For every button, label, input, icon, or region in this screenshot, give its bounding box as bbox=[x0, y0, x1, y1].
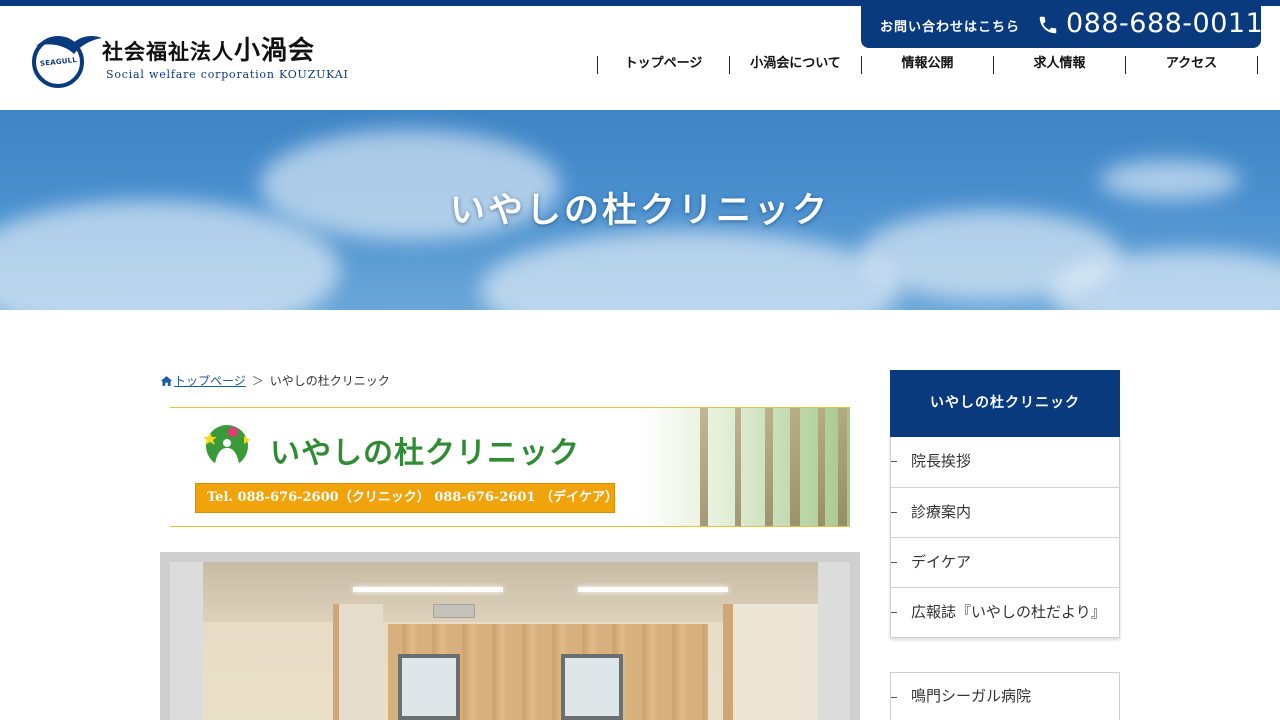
sidebar-item-label: 鳴門シーガル病院 bbox=[911, 687, 1032, 705]
banner-tree bbox=[790, 408, 800, 526]
sidebar-item-label: デイケア bbox=[911, 553, 972, 571]
hero-cloud bbox=[480, 230, 900, 310]
sidebar-item-daycare[interactable]: デイケア bbox=[891, 537, 1119, 587]
sidebar-heading[interactable]: いやしの杜クリニック bbox=[890, 370, 1120, 437]
banner-tel: Tel. 088-676-2600（クリニック） 088-676-2601 （デ… bbox=[195, 483, 618, 513]
sidebar-dash bbox=[891, 562, 897, 563]
banner-tree bbox=[700, 408, 708, 526]
breadcrumb: トップページ ＞ いやしの杜クリニック bbox=[160, 372, 390, 389]
logo-subtitle: Social welfare corporation KOUZUKAI bbox=[106, 68, 349, 81]
clinic-banner: いやしの杜クリニック Tel. 088-676-2600（クリニック） 088-… bbox=[170, 407, 850, 527]
phone-icon bbox=[1039, 16, 1057, 34]
photo-window bbox=[561, 654, 623, 720]
sidebar-item-greeting[interactable]: 院長挨拶 bbox=[891, 437, 1119, 487]
clinic-photo-frame bbox=[160, 552, 860, 720]
photo-door bbox=[723, 604, 818, 720]
sidebar-dash bbox=[891, 697, 897, 698]
banner-forest-image bbox=[640, 408, 850, 526]
tree-logo-icon bbox=[203, 425, 250, 470]
logo-prefix: 社会福祉法人 bbox=[102, 39, 234, 64]
banner-clinic-name: いやしの杜クリニック bbox=[270, 436, 580, 471]
nav-about[interactable]: 小渦会について bbox=[729, 56, 861, 74]
photo-ceiling-light bbox=[578, 587, 728, 592]
breadcrumb-separator: ＞ bbox=[251, 374, 264, 388]
clinic-photo-backdrop bbox=[170, 562, 850, 720]
main-nav: トップページ 小渦会について 情報公開 求人情報 アクセス bbox=[597, 56, 1258, 74]
site-header: SEAGULL 社会福祉法人小渦会 Social welfare corpora… bbox=[0, 6, 1280, 110]
logo-title: 社会福祉法人小渦会 bbox=[102, 30, 315, 67]
contact-label: お問い合わせはこちら bbox=[880, 20, 1021, 35]
sidebar-item-naruto-seagull-hospital[interactable]: 鳴門シーガル病院 bbox=[891, 673, 1119, 720]
sidebar-menu-secondary: 鳴門シーガル病院 bbox=[890, 672, 1120, 720]
sidebar-item-newsletter[interactable]: 広報誌『いやしの杜だより』 bbox=[891, 587, 1119, 637]
contact-box[interactable]: お問い合わせはこちら 088-688-0011 bbox=[861, 6, 1263, 48]
sidebar-dash bbox=[891, 512, 897, 513]
nav-top-page[interactable]: トップページ bbox=[597, 56, 729, 74]
nav-recruit[interactable]: 求人情報 bbox=[993, 56, 1125, 74]
banner-tree bbox=[765, 408, 773, 526]
clinic-room-photo bbox=[203, 562, 818, 720]
nav-access[interactable]: アクセス bbox=[1125, 56, 1257, 74]
sidebar-item-label: 広報誌『いやしの杜だより』 bbox=[911, 603, 1106, 621]
photo-window bbox=[398, 654, 460, 720]
sidebar-menu: 院長挨拶 診療案内 デイケア 広報誌『いやしの杜だより』 bbox=[890, 437, 1120, 638]
sidebar-item-medical-guide[interactable]: 診療案内 bbox=[891, 487, 1119, 537]
hero-banner: いやしの杜クリニック bbox=[0, 110, 1280, 310]
banner-tree bbox=[838, 408, 847, 526]
photo-ceiling-light bbox=[353, 587, 503, 592]
sidebar-dash bbox=[891, 461, 897, 462]
home-icon bbox=[160, 375, 173, 386]
sidebar-dash bbox=[891, 612, 897, 613]
breadcrumb-home-link[interactable]: トップページ bbox=[174, 372, 246, 389]
banner-tree bbox=[818, 408, 825, 526]
nav-disclosure[interactable]: 情報公開 bbox=[861, 56, 993, 74]
site-logo[interactable]: SEAGULL 社会福祉法人小渦会 Social welfare corpora… bbox=[30, 28, 348, 90]
contact-phone[interactable]: 088-688-0011 bbox=[1066, 8, 1263, 39]
photo-door bbox=[333, 604, 383, 720]
banner-tree bbox=[735, 408, 741, 526]
photo-vent bbox=[433, 604, 475, 618]
sidebar-item-label: 院長挨拶 bbox=[911, 452, 972, 470]
sidebar-item-label: 診療案内 bbox=[911, 503, 972, 521]
logo-name: 小渦会 bbox=[234, 36, 316, 66]
breadcrumb-current: いやしの杜クリニック bbox=[269, 374, 390, 388]
page-title: いやしの杜クリニック bbox=[449, 190, 830, 231]
